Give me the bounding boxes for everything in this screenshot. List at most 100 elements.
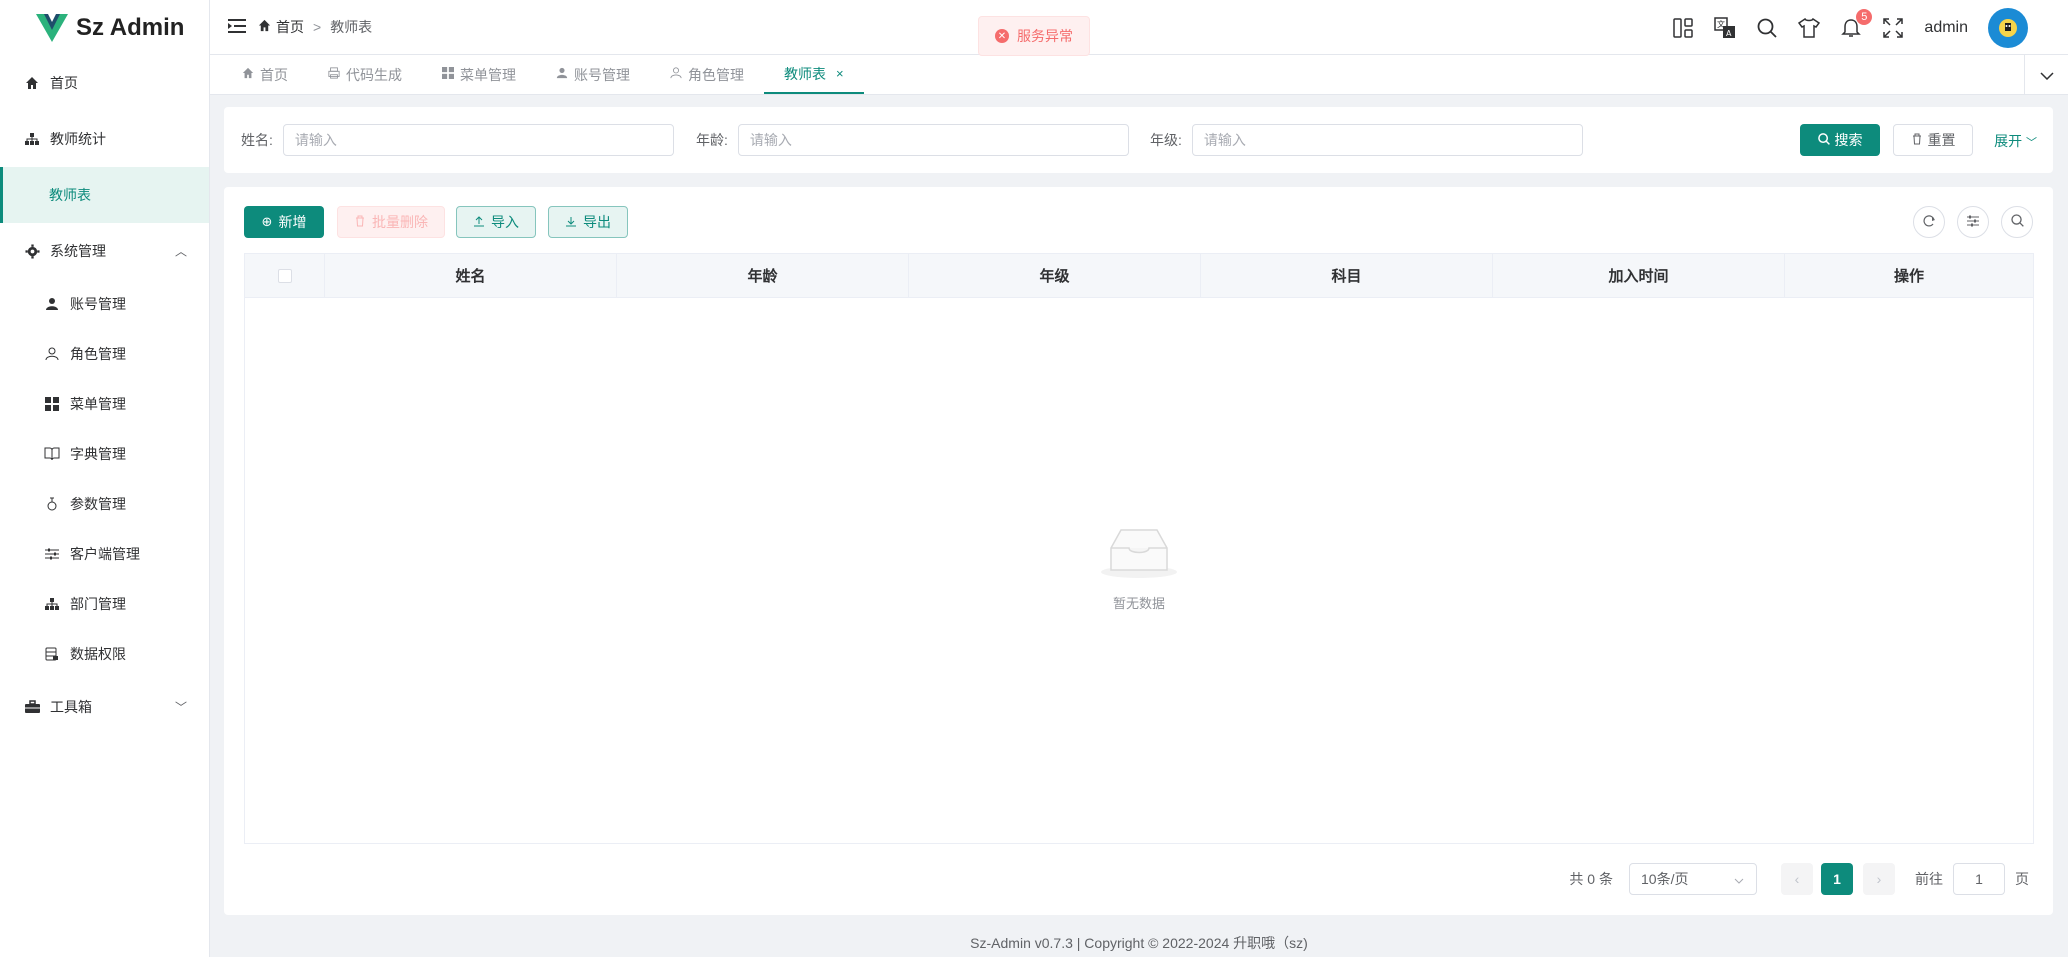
- svg-text:A: A: [1726, 29, 1732, 38]
- sidebar-item-home[interactable]: 首页: [0, 55, 209, 111]
- pagination: 共 0 条 10条/页 ‹ 1 › 前往 1 页: [1569, 863, 2029, 895]
- breadcrumb-current: 教师表: [330, 19, 373, 35]
- grade-input[interactable]: 请输入: [1191, 124, 1583, 156]
- empty-text: 暂无数据: [1112, 596, 1165, 611]
- copyright-text: Sz-Admin v0.7.3 | Copyright © 2022-2024 …: [970, 934, 1308, 951]
- column-header[interactable]: 姓名: [325, 254, 617, 297]
- column-header[interactable]: 科目: [1201, 254, 1493, 297]
- prev-page-button[interactable]: ‹: [1781, 863, 1813, 895]
- breadcrumb-home[interactable]: 首页: [276, 17, 304, 37]
- field-label: 姓名:: [241, 132, 273, 148]
- tab-label: 代码生成: [346, 66, 402, 83]
- sidebar-item-label: 参数管理: [70, 496, 126, 512]
- sidebar-item-data-permission[interactable]: 数据权限: [0, 629, 209, 679]
- home-icon: [258, 19, 271, 35]
- export-button-label: 导出: [583, 214, 611, 230]
- tab-code-gen[interactable]: 代码生成: [308, 55, 422, 94]
- upload-icon: [473, 215, 485, 230]
- age-input[interactable]: 请输入: [737, 124, 1129, 156]
- sliders-icon: [44, 546, 60, 562]
- home-icon: [242, 67, 254, 82]
- username[interactable]: admin: [1924, 19, 1968, 37]
- logo[interactable]: Sz Admin: [0, 0, 209, 55]
- sidebar-item-dict[interactable]: 字典管理: [0, 429, 209, 479]
- add-button[interactable]: ⊕ 新增: [244, 206, 324, 238]
- translate-icon[interactable]: 文A: [1714, 16, 1736, 39]
- batch-delete-label: 批量删除: [372, 214, 428, 230]
- export-button[interactable]: 导出: [548, 206, 628, 238]
- svg-text:文: 文: [1717, 19, 1725, 29]
- menu-fold-icon[interactable]: [228, 18, 246, 36]
- page-unit-label: 页: [2015, 871, 2029, 887]
- printer-icon: [328, 67, 340, 82]
- next-page-button[interactable]: ›: [1863, 863, 1895, 895]
- column-header[interactable]: 年级: [909, 254, 1201, 297]
- search-icon: [2010, 214, 2024, 230]
- page-size-select[interactable]: 10条/页: [1629, 863, 1757, 895]
- search-button[interactable]: 搜索: [1800, 124, 1880, 156]
- sidebar-item-label: 菜单管理: [70, 396, 126, 412]
- header-tools: 文A 5 admin: [1652, 0, 2028, 55]
- layout-icon[interactable]: [1672, 17, 1694, 39]
- sidebar-item-teacher-table[interactable]: 教师表: [0, 167, 209, 223]
- tab-home[interactable]: 首页: [210, 55, 308, 94]
- select-all-checkbox[interactable]: [277, 268, 292, 283]
- column-header[interactable]: 年龄: [617, 254, 909, 297]
- sidebar-item-menus[interactable]: 菜单管理: [0, 379, 209, 429]
- grid-icon: [44, 396, 60, 412]
- sidebar-item-departments[interactable]: 部门管理: [0, 579, 209, 629]
- expand-label: 展开: [1994, 133, 2023, 149]
- sidebar-item-roles[interactable]: 角色管理: [0, 329, 209, 379]
- reset-button[interactable]: 重置: [1893, 124, 1973, 156]
- toggle-search-button[interactable]: [2001, 206, 2033, 238]
- tab-label: 账号管理: [574, 66, 630, 83]
- column-header[interactable]: 加入时间: [1493, 254, 1785, 297]
- delete-icon: [354, 215, 366, 230]
- sidebar: Sz Admin 首页 教师统计 教师表 系统管理 ︿ 账号管理 角色管理 菜单…: [0, 0, 210, 957]
- close-icon[interactable]: ×: [836, 66, 844, 81]
- sliders-icon: [1966, 214, 1980, 231]
- sidebar-item-label: 账号管理: [70, 296, 126, 312]
- chevron-down-icon: ﹀: [174, 700, 187, 715]
- tabs-more-button[interactable]: [2024, 55, 2068, 94]
- refresh-button[interactable]: [1913, 206, 1945, 238]
- tab-roles[interactable]: 角色管理: [650, 55, 764, 94]
- sidebar-item-clients[interactable]: 客户端管理: [0, 529, 209, 579]
- field-label: 年级:: [1150, 132, 1182, 148]
- bell-icon[interactable]: 5: [1840, 8, 1873, 39]
- goto-page-input[interactable]: 1: [1953, 863, 2005, 895]
- sidebar-item-accounts[interactable]: 账号管理: [0, 279, 209, 329]
- name-input[interactable]: 请输入: [282, 124, 674, 156]
- delete-icon: [1911, 132, 1923, 148]
- batch-delete-button[interactable]: 批量删除: [337, 206, 445, 238]
- search-icon: [1817, 132, 1830, 148]
- user-outline-icon: [44, 346, 60, 362]
- name-field: 姓名: 请输入: [241, 124, 674, 156]
- tab-menus[interactable]: 菜单管理: [422, 55, 536, 94]
- tabs-bar: 首页 代码生成 菜单管理 账号管理 角色管理 教师表 ×: [210, 55, 2068, 95]
- column-settings-button[interactable]: [1957, 206, 1989, 238]
- sidebar-item-label: 客户端管理: [70, 546, 140, 562]
- user-icon: [44, 296, 60, 312]
- sidebar-item-toolbox[interactable]: 工具箱 ﹀: [0, 679, 209, 735]
- grade-field: 年级: 请输入: [1150, 124, 1583, 156]
- briefcase-icon: [24, 699, 40, 715]
- page-number-current[interactable]: 1: [1821, 863, 1853, 895]
- fullscreen-icon[interactable]: [1882, 17, 1904, 39]
- column-header: 操作: [1893, 268, 1924, 285]
- sidebar-item-system[interactable]: 系统管理 ︿: [0, 223, 209, 279]
- avatar[interactable]: [1988, 7, 2028, 48]
- empty-inbox-icon: [1099, 524, 1179, 583]
- sidebar-item-params[interactable]: 参数管理: [0, 479, 209, 529]
- import-button[interactable]: 导入: [456, 206, 536, 238]
- search-icon[interactable]: [1756, 17, 1778, 39]
- sidebar-item-teacher-stats[interactable]: 教师统计: [0, 111, 209, 167]
- table-card: ⊕ 新增 批量删除 导入 导出 姓名 年龄 年级 科目 加入时间 操作 暂无数据…: [224, 187, 2053, 915]
- theme-shirt-icon[interactable]: [1798, 17, 1821, 39]
- sidebar-item-label: 教师统计: [50, 131, 106, 147]
- error-toast-text: 服务异常: [1017, 28, 1073, 44]
- expand-toggle[interactable]: 展开 ﹀: [1994, 131, 2037, 151]
- tab-accounts[interactable]: 账号管理: [536, 55, 650, 94]
- tab-teacher-table[interactable]: 教师表 ×: [764, 55, 864, 94]
- tab-label: 首页: [260, 66, 288, 83]
